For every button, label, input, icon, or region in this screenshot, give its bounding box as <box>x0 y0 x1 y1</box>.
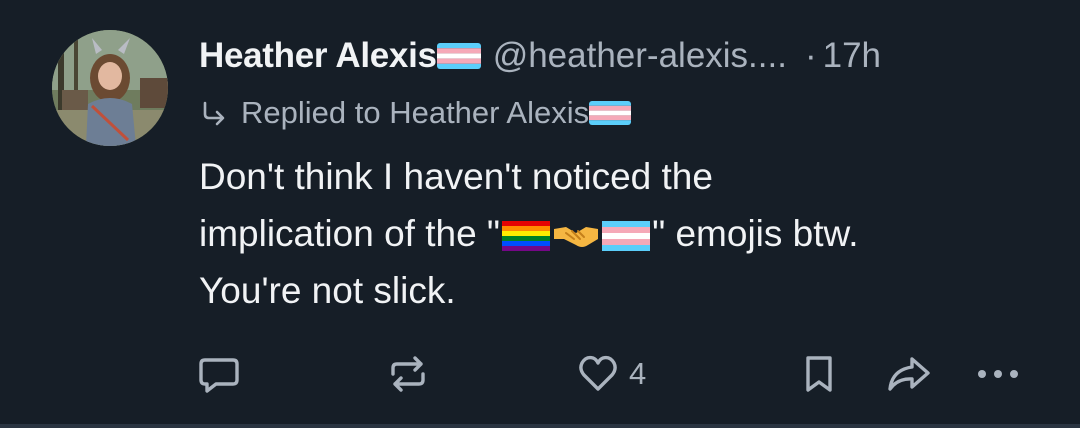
post-timestamp[interactable]: 17h <box>823 36 881 76</box>
handshake-icon <box>552 221 600 251</box>
reply-context[interactable]: Replied to Heather Alexis <box>199 92 632 134</box>
emoji-sequence <box>502 221 651 252</box>
author-avatar[interactable] <box>52 30 168 146</box>
bookmark-button[interactable] <box>797 344 841 404</box>
post-body: Don't think I haven't noticed the implic… <box>199 148 1039 319</box>
transgender-flag-icon <box>436 43 481 69</box>
share-button[interactable] <box>884 344 934 404</box>
post-text-line: implication of the " " emojis btw. <box>199 205 1039 262</box>
repost-icon <box>391 356 425 392</box>
meta-separator: · <box>804 36 817 75</box>
reply-arrow-icon <box>203 101 225 126</box>
post-card[interactable]: Heather Alexis @heather-alexis.... · 17h… <box>0 0 1080 428</box>
share-arrow-icon <box>888 357 930 391</box>
repost-button[interactable] <box>384 344 432 404</box>
post-text-line: You're not slick. <box>199 270 456 311</box>
post-text-segment: " emojis btw. <box>652 213 859 254</box>
more-options-button[interactable] <box>972 344 1024 404</box>
transgender-flag-icon <box>602 221 651 252</box>
post-text-segment: implication of the " <box>199 213 501 254</box>
post-divider <box>0 424 1080 428</box>
reply-label: Replied to Heather Alexis <box>241 95 590 130</box>
more-options-icon <box>978 370 1018 378</box>
transgender-flag-icon <box>589 101 632 125</box>
post-text-line: Don't think I haven't noticed the <box>199 156 713 197</box>
speech-bubble-icon <box>199 358 239 393</box>
like-button[interactable]: 4 <box>575 344 646 404</box>
reply-button[interactable] <box>196 344 242 404</box>
bookmark-icon <box>806 356 832 392</box>
rainbow-flag-icon <box>502 221 551 252</box>
heart-icon <box>579 355 617 391</box>
post-header: Heather Alexis @heather-alexis.... · 17h <box>199 32 881 80</box>
author-display-name[interactable]: Heather Alexis <box>199 36 437 76</box>
author-handle[interactable]: @heather-alexis.... <box>493 36 787 76</box>
like-count: 4 <box>629 356 647 391</box>
post-actions: 4 <box>0 344 1080 404</box>
